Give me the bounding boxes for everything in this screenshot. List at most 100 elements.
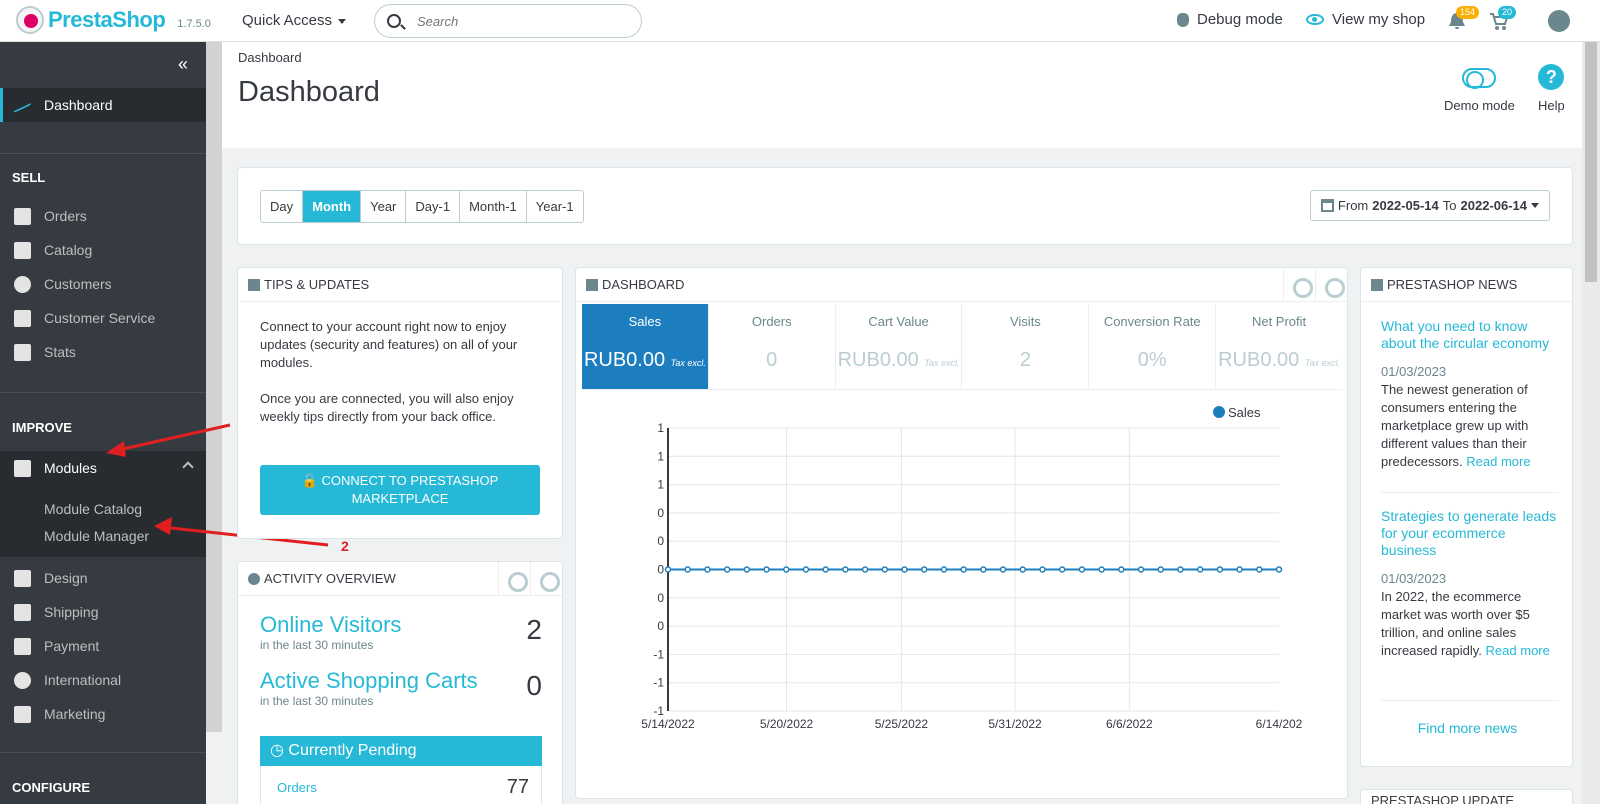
cart-badge: 20 — [1498, 6, 1517, 19]
bug-icon — [1177, 12, 1189, 27]
help-label: Help — [1538, 98, 1565, 113]
sidebar-item-label: Customers — [44, 276, 112, 292]
annotation-arrowhead-1 — [106, 441, 126, 457]
sidebar-item-shipping[interactable]: Shipping — [0, 595, 206, 629]
breadcrumb[interactable]: Dashboard — [238, 50, 302, 65]
kpi-label: Sales — [628, 314, 662, 329]
improve-heading: IMPROVE — [12, 420, 72, 435]
kpi-orders[interactable]: Orders 0 — [709, 304, 836, 389]
period-month-1-button[interactable]: Month-1 — [460, 191, 527, 222]
data-point — [1216, 566, 1224, 573]
period-year-button[interactable]: Year — [361, 191, 407, 222]
period-day-button[interactable]: Day — [261, 191, 304, 222]
card-title: DASHBOARD — [602, 277, 685, 292]
sidebar-scrollbar[interactable] — [206, 42, 222, 732]
x-tick-label: 5/25/2022 — [875, 717, 929, 731]
sidebar-item-design[interactable]: Design — [0, 561, 206, 595]
find-more-news-link[interactable]: Find more news — [1361, 720, 1574, 736]
collapse-sidebar-icon[interactable]: « — [178, 54, 188, 75]
main-scrollbar[interactable] — [1582, 42, 1600, 804]
period-day-1-button[interactable]: Day-1 — [406, 191, 461, 222]
kpi-cart-value[interactable]: Cart Value RUB0.00 Tax excl. — [836, 304, 963, 389]
kpi-sales[interactable]: Sales RUB0.00 Tax excl. — [582, 304, 709, 389]
pending-orders-value: 77 — [506, 776, 529, 798]
sidebar-item-international[interactable]: International — [0, 663, 206, 697]
news-title[interactable]: Strategies to generate leads for your ec… — [1381, 508, 1559, 559]
demo-mode-toggle[interactable]: Demo mode — [1444, 64, 1515, 113]
kpi-note: Tax excl. — [670, 358, 706, 368]
cart-notifications-button[interactable]: 20 — [1488, 6, 1517, 32]
kpi-conversion-rate[interactable]: Conversion Rate 0% — [1089, 304, 1217, 389]
trend-icon — [14, 97, 31, 113]
refresh-icon[interactable] — [1315, 268, 1347, 302]
scrollbar-thumb[interactable] — [1585, 42, 1597, 282]
sidebar-item-label: Marketing — [44, 706, 106, 722]
prestashop-logo[interactable]: PrestaShop 1.7.5.0 — [16, 6, 211, 34]
search-icon — [387, 14, 401, 28]
sidebar-item-label: Payment — [44, 638, 100, 654]
gear-icon[interactable] — [1283, 268, 1315, 302]
view-shop-label: View my shop — [1332, 11, 1426, 28]
view-shop-link[interactable]: View my shop — [1306, 11, 1425, 28]
kpi-visits[interactable]: Visits 2 — [962, 304, 1090, 389]
sidebar-item-orders[interactable]: Orders — [0, 199, 206, 233]
user-avatar-icon[interactable] — [1548, 10, 1570, 32]
bar-chart-icon — [586, 278, 598, 291]
pending-orders-row[interactable]: Orders 77 — [260, 766, 542, 804]
quick-access-dropdown[interactable]: Quick Access — [242, 12, 346, 29]
sidebar-item-catalog[interactable]: Catalog — [0, 233, 206, 267]
pending-label: Currently Pending — [288, 742, 417, 759]
annotation-arrowhead-2 — [154, 517, 172, 535]
data-point — [684, 566, 691, 573]
kpi-label: Visits — [1009, 314, 1041, 329]
dashboard-chart-card: DASHBOARD Sales RUB0.00 Tax excl. Orders 0… — [575, 267, 1348, 799]
data-point — [1058, 566, 1066, 573]
period-year-1-button[interactable]: Year-1 — [527, 191, 583, 222]
kpi-note: Tax excl. — [924, 358, 960, 368]
debug-mode-link[interactable]: Debug mode — [1177, 11, 1283, 28]
read-more-link[interactable]: Read more — [1466, 454, 1530, 469]
x-tick-label: 5/31/2022 — [988, 717, 1042, 731]
clock-icon: ◷ — [270, 742, 284, 759]
refresh-icon[interactable] — [530, 562, 562, 596]
kpi-note: Tax excl. — [1304, 358, 1340, 368]
annotation-label-2: 2 — [341, 538, 349, 554]
sidebar-item-label: Stats — [44, 344, 76, 360]
sidebar-item-dashboard[interactable]: Dashboard — [0, 88, 206, 122]
sidebar-item-stats[interactable]: Stats — [0, 335, 206, 369]
active-carts-label[interactable]: Active Shopping Carts — [260, 668, 542, 694]
period-month-button[interactable]: Month — [303, 191, 362, 222]
help-button[interactable]: ? Help — [1538, 64, 1565, 113]
from-date: 2022-05-14 — [1372, 198, 1439, 213]
y-tick-label: -1 — [653, 704, 664, 718]
y-tick-label: -1 — [653, 647, 664, 661]
y-tick-label: 1 — [657, 449, 664, 463]
page-title: Dashboard — [238, 76, 380, 108]
clock-icon — [248, 572, 260, 585]
notifications-button[interactable]: 154 — [1446, 6, 1480, 32]
pending-orders-label[interactable]: Orders — [277, 780, 317, 795]
help-icon: ? — [1538, 64, 1565, 90]
rss-icon — [1371, 278, 1383, 291]
top-bar: PrestaShop 1.7.5.0 Quick Access Debug mo… — [0, 0, 1600, 42]
sidebar-item-label: Shipping — [44, 604, 99, 620]
sidebar-item-marketing[interactable]: Marketing — [0, 697, 206, 731]
x-tick-label: 6/14/202 — [1256, 717, 1303, 731]
currently-pending-header: ◷ Currently Pending — [260, 736, 542, 766]
divider — [0, 392, 206, 393]
sidebar-item-payment[interactable]: Payment — [0, 629, 206, 663]
gear-icon[interactable] — [498, 562, 530, 596]
read-more-link[interactable]: Read more — [1486, 643, 1550, 658]
data-point — [901, 566, 908, 573]
news-title[interactable]: What you need to know about the circular… — [1381, 318, 1559, 352]
date-range-picker[interactable]: From 2022-05-14 To 2022-06-14 — [1309, 190, 1550, 221]
data-point — [960, 566, 967, 573]
connect-marketplace-button[interactable]: 🔓 CONNECT TO PRESTASHOP MARKETPLACE — [260, 465, 540, 515]
data-point — [664, 566, 672, 573]
kpi-net-profit[interactable]: Net Profit RUB0.00 Tax excl. — [1216, 304, 1342, 389]
search-box[interactable] — [374, 4, 642, 38]
sidebar-item-customer-service[interactable]: Customer Service — [0, 301, 206, 335]
sidebar-item-customers[interactable]: Customers — [0, 267, 206, 301]
online-visitors-label[interactable]: Online Visitors — [260, 612, 542, 638]
search-input[interactable] — [417, 13, 617, 29]
